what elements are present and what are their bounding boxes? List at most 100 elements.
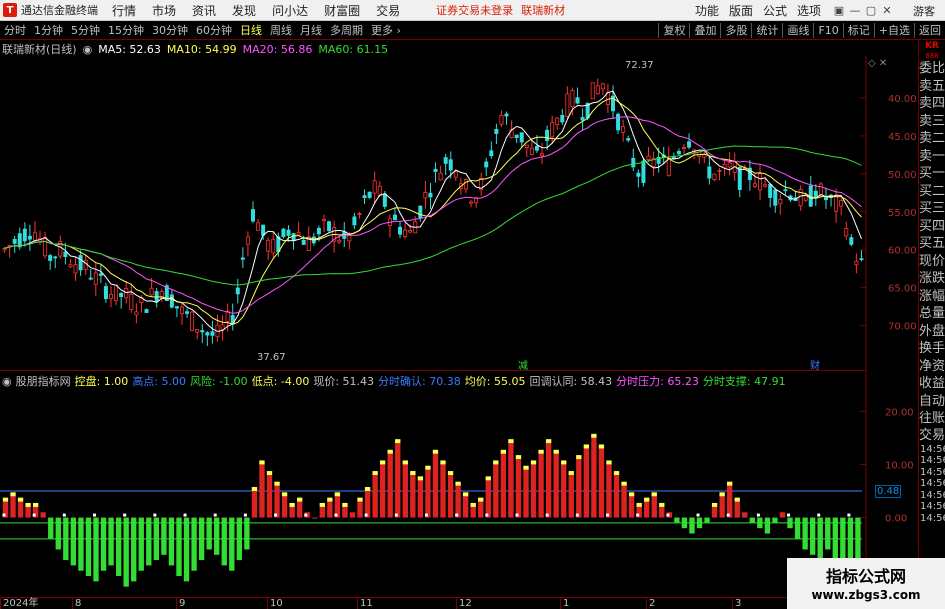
side-label[interactable]: 涨跌: [919, 270, 945, 288]
side-label[interactable]: 卖三: [919, 113, 945, 131]
indicator-bar-positive: [500, 453, 507, 518]
period-tab-1min[interactable]: 1分钟: [30, 22, 67, 38]
indicator-bar-positive: [545, 443, 552, 518]
chart-controls-icon[interactable]: ◇ ✕: [868, 58, 887, 69]
side-label[interactable]: 买五: [919, 235, 945, 253]
menu-discover[interactable]: 发现: [232, 2, 256, 19]
menu-trade[interactable]: 交易: [376, 2, 400, 19]
candle-body: [88, 277, 93, 280]
side-label[interactable]: 净资: [919, 358, 945, 376]
side-bottom-label[interactable]: 自动: [919, 393, 945, 410]
indicator-bar-positive: [455, 485, 461, 518]
maximize-icon[interactable]: ▢: [863, 4, 879, 17]
candle-body: [190, 311, 195, 331]
sub-tick-label: 10.00: [885, 460, 914, 471]
period-tab-15min[interactable]: 15分钟: [104, 22, 148, 38]
mark-button[interactable]: 标记: [842, 23, 874, 38]
app-logo-icon: T: [3, 3, 17, 17]
candle-body: [119, 292, 124, 298]
side-bottom-labels: 自动 往账 交易: [919, 393, 945, 444]
candle-body: [185, 311, 190, 314]
indicator-bar-negative: [681, 517, 688, 529]
indicator-bar-positive: [591, 437, 597, 518]
menu-function[interactable]: 功能: [695, 2, 719, 19]
indicator-chart[interactable]: 20.0010.000.00-10.00: [0, 370, 918, 597]
menu-ask[interactable]: 问小达: [272, 2, 308, 19]
period-tab-daily[interactable]: 日线: [236, 22, 266, 38]
side-label[interactable]: 卖五: [919, 78, 945, 96]
candle-body: [169, 294, 174, 308]
period-tab-monthly[interactable]: 月线: [296, 22, 326, 38]
period-tab-multi[interactable]: 多周期: [326, 22, 367, 38]
f10-button[interactable]: F10: [813, 23, 842, 38]
menu-market[interactable]: 市场: [152, 2, 176, 19]
price-chart[interactable]: 70.00 65.00 60.00 55.00 50.00 45.00 40.00 72.3…: [0, 56, 918, 370]
statistics-button[interactable]: 统计: [751, 23, 782, 38]
side-label[interactable]: 涨幅: [919, 288, 945, 306]
side-bottom-label[interactable]: 往账: [919, 410, 945, 427]
low-price-label: 37.67: [257, 352, 286, 363]
login-warning[interactable]: 证券交易未登录: [436, 2, 513, 18]
candle-body: [631, 157, 636, 168]
side-label[interactable]: 换手: [919, 340, 945, 358]
marker-reduce[interactable]: 减: [518, 360, 528, 370]
candle-body: [48, 255, 53, 261]
control-dot: [394, 513, 398, 517]
indicator-bar-negative: [794, 517, 801, 539]
period-tab-timeshare[interactable]: 分时: [0, 22, 30, 38]
indicator-bar-cap: [561, 460, 567, 465]
side-label[interactable]: 买一: [919, 165, 945, 183]
guest-label[interactable]: 游客: [913, 3, 935, 19]
indicator-bar-cap: [538, 449, 544, 454]
indicator-bar-positive: [372, 475, 378, 518]
period-tab-weekly[interactable]: 周线: [266, 22, 296, 38]
menu-formula[interactable]: 公式: [763, 2, 787, 19]
menu-wealth-circle[interactable]: 财富圈: [324, 2, 360, 19]
side-label[interactable]: 买三: [919, 200, 945, 218]
back-button[interactable]: 返回: [914, 23, 945, 38]
side-label[interactable]: 卖二: [919, 130, 945, 148]
side-label[interactable]: 卖一: [919, 148, 945, 166]
menu-options[interactable]: 选项: [797, 2, 821, 19]
minimize-icon[interactable]: —: [847, 4, 863, 17]
candle-body: [666, 157, 671, 176]
side-label[interactable]: 买二: [919, 183, 945, 201]
candle-body: [357, 213, 362, 215]
side-label[interactable]: 外盘: [919, 323, 945, 341]
menu-quotes[interactable]: 行情: [112, 2, 136, 19]
side-label[interactable]: 收益: [919, 375, 945, 393]
period-tab-60min[interactable]: 60分钟: [192, 22, 236, 38]
side-label[interactable]: 现价: [919, 253, 945, 271]
date-tick: 10: [267, 598, 283, 609]
period-tab-5min[interactable]: 5分钟: [67, 22, 104, 38]
candle-body: [235, 287, 240, 295]
indicator-bar-cap: [342, 502, 348, 507]
overlay-button[interactable]: 叠加: [689, 23, 720, 38]
skin-icon[interactable]: ▣: [831, 4, 847, 17]
candle-body: [773, 189, 778, 206]
side-label[interactable]: 委比: [919, 60, 945, 78]
draw-line-button[interactable]: 画线: [782, 23, 813, 38]
side-label[interactable]: 总量: [919, 305, 945, 323]
quote-side-panel: KR 688 委比 卖五 卖四 卖三 卖二 卖一 买一 买二 买三 买四 买五 现价 涨跌 涨幅 总量 外盘换…: [918, 40, 945, 609]
marker-finance[interactable]: 财: [810, 359, 820, 370]
period-tab-30min[interactable]: 30分钟: [148, 22, 192, 38]
watermark-title: 指标公式网: [825, 567, 906, 586]
menu-news[interactable]: 资讯: [192, 2, 216, 19]
indicator-bar-negative: [689, 517, 695, 534]
multi-stock-button[interactable]: 多股: [720, 23, 751, 38]
indicator-bar-positive: [10, 496, 16, 518]
side-bottom-label[interactable]: 交易: [919, 427, 945, 444]
add-watchlist-button[interactable]: +自选: [873, 23, 914, 38]
settings-icon[interactable]: ◉: [83, 43, 93, 56]
indicator-bar-cap: [470, 502, 476, 507]
candle-body: [818, 183, 823, 196]
period-tab-more[interactable]: 更多 ›: [367, 22, 405, 38]
side-label[interactable]: 买四: [919, 218, 945, 236]
indicator-bar-positive: [613, 475, 620, 518]
side-label[interactable]: 卖四: [919, 95, 945, 113]
adjust-button[interactable]: 复权: [658, 23, 689, 38]
candle-body: [849, 237, 854, 245]
close-icon[interactable]: ✕: [879, 4, 895, 17]
menu-layout[interactable]: 版面: [729, 2, 753, 19]
